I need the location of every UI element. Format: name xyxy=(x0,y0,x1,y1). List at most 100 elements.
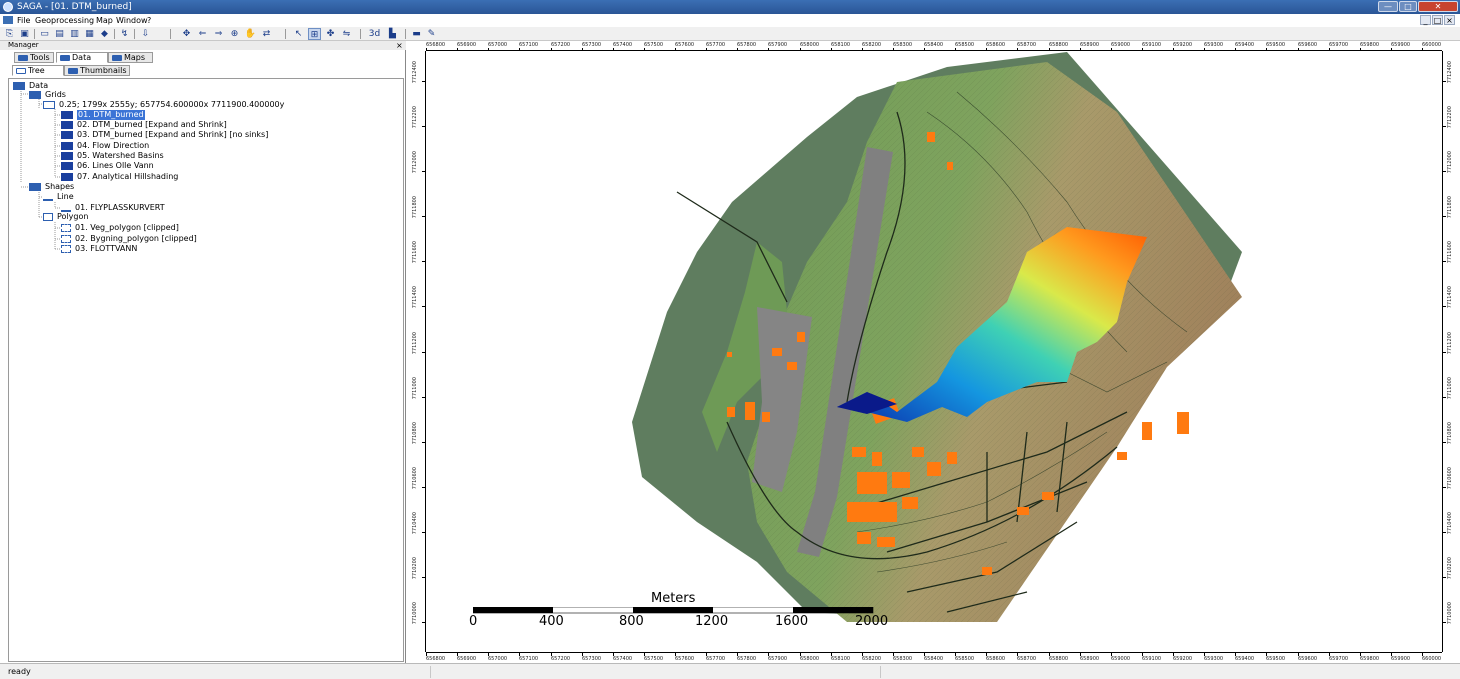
tree-grid-item[interactable]: 01. DTM_burned xyxy=(61,110,361,120)
grids-folder-icon xyxy=(29,91,41,99)
zoom-full-icon[interactable]: ✥ xyxy=(180,28,193,40)
zoom-back-icon[interactable]: ⇐ xyxy=(196,28,209,40)
north-arrow-icon[interactable]: ✎ xyxy=(425,28,438,40)
show-history-icon[interactable]: ▦ xyxy=(83,28,96,40)
grid-icon xyxy=(61,152,73,160)
ruler-tick xyxy=(800,48,801,51)
tree-node-shapes[interactable]: Shapes xyxy=(29,182,229,192)
show-messages-icon[interactable]: ▥ xyxy=(68,28,81,40)
saga-window: SAGA - [01. DTM_burned] — □ ✕ File Geopr… xyxy=(0,0,1460,679)
tab-tools[interactable]: Tools xyxy=(14,52,54,63)
ruler-tick xyxy=(1443,216,1446,217)
zoom-icon[interactable]: ⊞ xyxy=(308,28,321,40)
show-properties-icon[interactable]: ▤ xyxy=(53,28,66,40)
map-view[interactable]: 656800 656900 657000 657100 657200 657300 6574… xyxy=(408,41,1460,663)
ruler-label: 7710200 xyxy=(1447,557,1453,580)
synchronize-icon[interactable]: ⇄ xyxy=(260,28,273,40)
ruler-label: 659600 xyxy=(1298,42,1318,48)
tree-polygon-item[interactable]: 02. Bygning_polygon [clipped] xyxy=(61,234,361,244)
maximize-button[interactable]: □ xyxy=(1399,1,1417,12)
select-icon[interactable]: ↖ xyxy=(292,28,305,40)
tools-icon xyxy=(18,55,28,61)
close-button[interactable]: ✕ xyxy=(1418,1,1458,12)
mdi-close-button[interactable]: × xyxy=(1444,15,1455,25)
tree-polygon-item[interactable]: 01. Veg_polygon [clipped] xyxy=(61,223,361,233)
mdi-minimize-button[interactable]: _ xyxy=(1420,15,1431,25)
ruler-tick xyxy=(422,261,425,262)
ruler-label: 657200 xyxy=(551,42,571,48)
ruler-label: 7712000 xyxy=(1447,151,1453,174)
map-canvas[interactable] xyxy=(427,52,1441,651)
tab-maps[interactable]: Maps xyxy=(108,52,153,63)
ruler-tick xyxy=(422,171,425,172)
map-layout-icon[interactable]: ▙ xyxy=(386,28,399,40)
ruler-label: 7712200 xyxy=(1447,106,1453,129)
menu-file[interactable]: File xyxy=(17,15,30,26)
ruler-tick xyxy=(1329,48,1330,51)
tab-tree[interactable]: Tree xyxy=(12,65,64,76)
ruler-bottom: 656800 656900 657000 657100 657200 657300 6574… xyxy=(426,652,1442,663)
scale-label-0: 0 xyxy=(469,614,478,629)
ruler-tick xyxy=(1080,653,1081,656)
ruler-label: 7710800 xyxy=(412,422,418,445)
zoom-forward-icon[interactable]: ⇒ xyxy=(212,28,225,40)
scale-bar-icon[interactable]: ▬ xyxy=(410,28,423,40)
menu-map[interactable]: Map xyxy=(96,15,113,26)
ruler-tick xyxy=(768,653,769,656)
ruler-label: 659000 xyxy=(1111,42,1131,48)
tree-grid-item[interactable]: 05. Watershed Basins xyxy=(61,151,361,161)
pan-map-icon[interactable]: ✤ xyxy=(324,28,337,40)
manager-close-button[interactable]: × xyxy=(396,41,403,50)
ruler-tick xyxy=(582,653,583,656)
tree-node-grid-system[interactable]: 0.25; 1799x 2555y; 657754.600000x 771190… xyxy=(43,100,403,110)
menu-geoprocessing[interactable]: Geoprocessing xyxy=(35,15,94,26)
layout-icon[interactable]: ⇩ xyxy=(139,28,152,40)
tree-node-line[interactable]: Line xyxy=(43,192,243,202)
tree-grid-item[interactable]: 07. Analytical Hillshading xyxy=(61,172,361,182)
window-title: SAGA - [01. DTM_burned] xyxy=(17,2,132,12)
ruler-label: 659400 xyxy=(1235,656,1255,662)
ruler-label: 7711600 xyxy=(1447,241,1453,264)
ruler-label: 7710400 xyxy=(412,512,418,535)
show-manager-icon[interactable]: ▭ xyxy=(38,28,51,40)
mdi-restore-button[interactable]: □ xyxy=(1432,15,1443,25)
ruler-tick xyxy=(1049,653,1050,656)
tree-grid-item[interactable]: 03. DTM_burned [Expand and Shrink] [no s… xyxy=(61,130,361,140)
measure-icon[interactable]: ⇋ xyxy=(340,28,353,40)
ruler-tick xyxy=(551,653,552,656)
ruler-tick xyxy=(1443,532,1446,533)
ruler-tick xyxy=(488,653,489,656)
ruler-label: 659200 xyxy=(1173,656,1193,662)
pan-icon[interactable]: ✋ xyxy=(244,28,257,40)
ruler-label: 658500 xyxy=(955,656,975,662)
tree-node-polygon[interactable]: Polygon xyxy=(43,212,243,222)
tab-thumbnails[interactable]: Thumbnails xyxy=(64,65,130,76)
run-tool-icon[interactable]: ↯ xyxy=(118,28,131,40)
ruler-tick xyxy=(1111,653,1112,656)
3d-view-icon[interactable]: 3d xyxy=(368,28,381,40)
ruler-label: 658700 xyxy=(1017,42,1037,48)
ruler-label: 660000 xyxy=(1422,42,1442,48)
ruler-tick xyxy=(675,653,676,656)
ruler-tick xyxy=(1391,653,1392,656)
tree-grid-item[interactable]: 04. Flow Direction xyxy=(61,141,361,151)
tree-grid-item[interactable]: 02. DTM_burned [Expand and Shrink] xyxy=(61,120,361,130)
minimize-button[interactable]: — xyxy=(1378,1,1398,12)
polygon-icon xyxy=(61,235,71,243)
tree-grid-item[interactable]: 06. Lines Olle Vann xyxy=(61,161,361,171)
tree-polygon-item[interactable]: 03. FLOTTVANN xyxy=(61,244,361,254)
tree-node-grids[interactable]: Grids xyxy=(29,90,229,100)
menu-help[interactable]: ? xyxy=(147,15,151,26)
tab-data[interactable]: Data xyxy=(56,52,108,63)
open-icon[interactable]: ⎘ xyxy=(3,28,16,40)
help-icon[interactable]: ◆ xyxy=(98,28,111,40)
ruler-label: 659700 xyxy=(1329,42,1349,48)
menu-window[interactable]: Window xyxy=(116,15,148,26)
ruler-label: 7711400 xyxy=(1447,286,1453,309)
ruler-tick xyxy=(675,48,676,51)
ruler-label: 658600 xyxy=(986,42,1006,48)
save-icon[interactable]: ▣ xyxy=(18,28,31,40)
zoom-active-icon[interactable]: ⊕ xyxy=(228,28,241,40)
data-icon xyxy=(60,55,70,61)
maps-icon xyxy=(112,55,122,61)
